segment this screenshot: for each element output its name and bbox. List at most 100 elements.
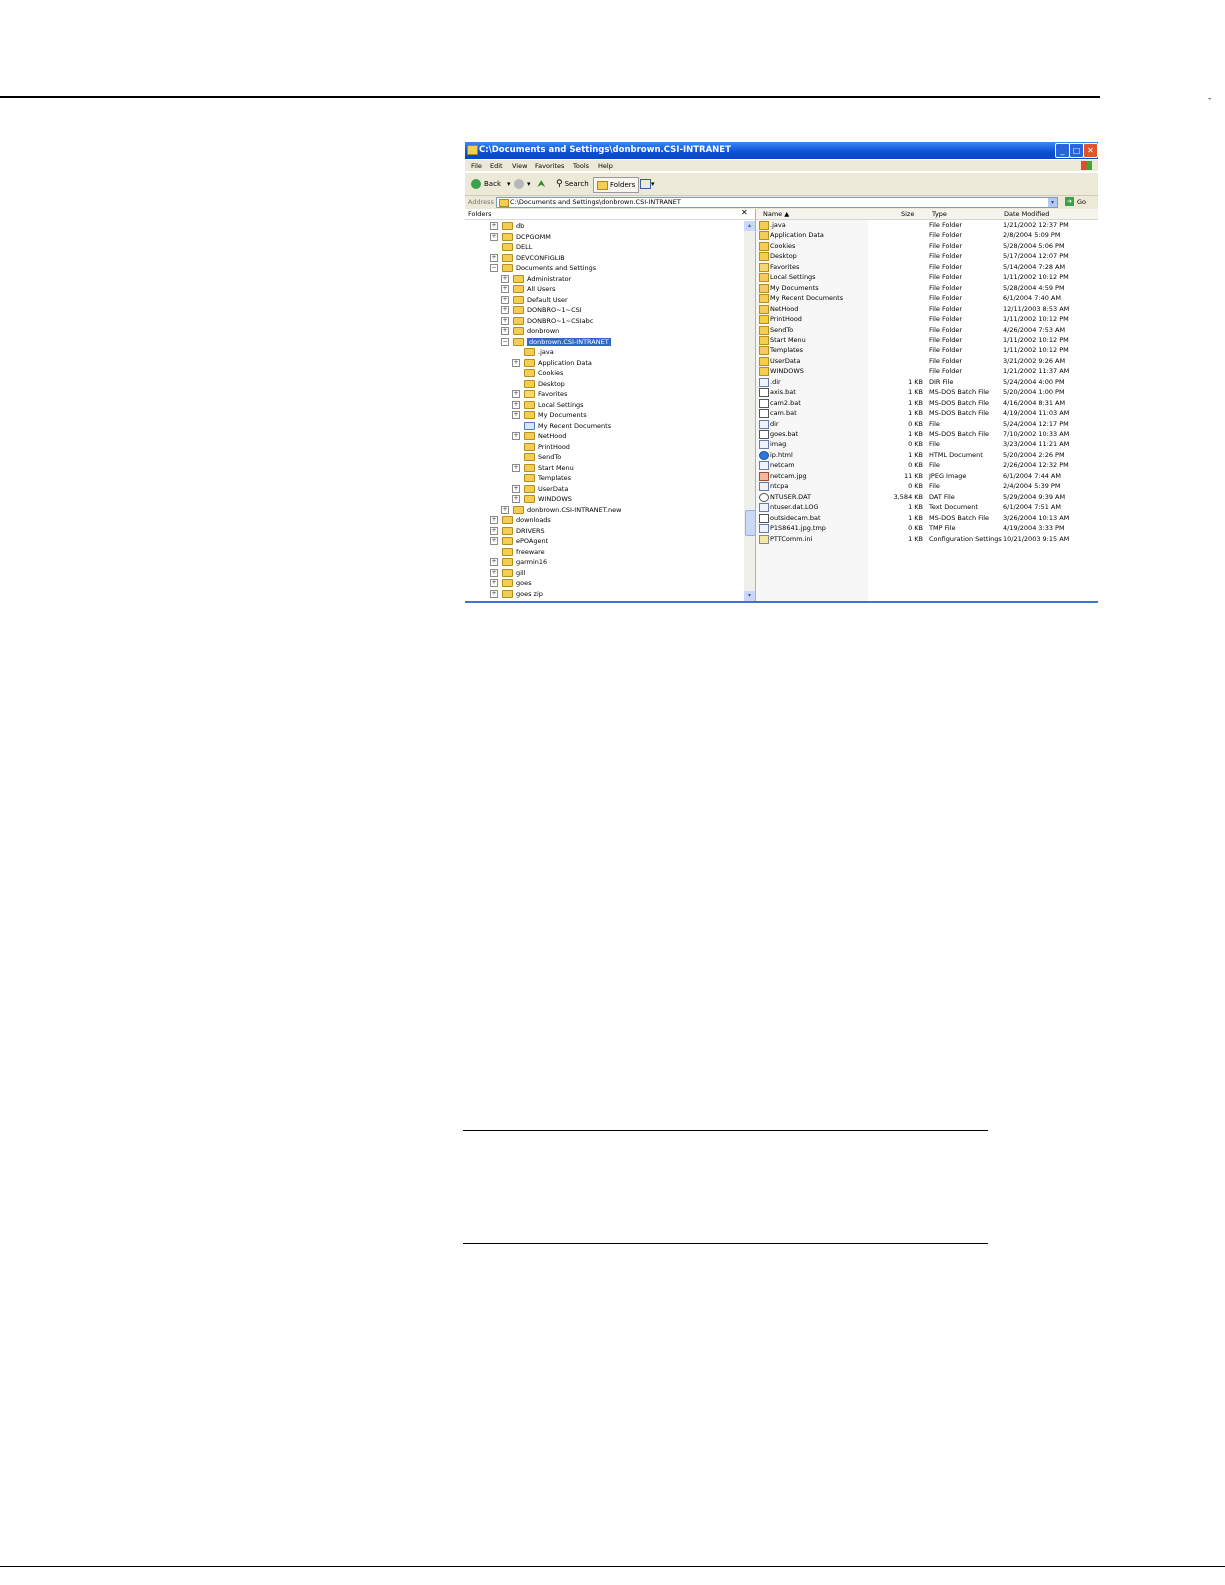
forward-button[interactable]: ▾ <box>514 177 531 191</box>
go-button[interactable]: ➜ Go <box>1065 197 1086 206</box>
folder-tree-item[interactable]: My Recent Documents <box>512 421 611 431</box>
expand-icon[interactable]: + <box>501 274 509 283</box>
folder-tree-item[interactable]: + All Users <box>501 284 555 294</box>
folder-tree-item[interactable]: + Default User <box>501 295 568 305</box>
folder-tree-item[interactable]: PrintHood <box>512 442 570 452</box>
file-row[interactable]: P1S8641.jpg.tmp 0 KB TMP File 4/19/2004 3:3… <box>756 523 1098 534</box>
file-row[interactable]: Desktop File Folder 5/17/2004 12:07 PM <box>756 251 1098 262</box>
scroll-thumb[interactable] <box>745 510 756 536</box>
file-row[interactable]: Templates File Folder 1/11/2002 10:12 PM <box>756 345 1098 356</box>
expand-icon[interactable]: + <box>490 222 498 230</box>
folder-tree-item[interactable]: DELL <box>490 242 532 252</box>
file-row[interactable]: dir 0 KB File 5/24/2004 12:17 PM <box>756 419 1098 429</box>
address-dropdown-icon[interactable]: ▾ <box>1048 198 1057 207</box>
file-row[interactable]: netcam.jpg 11 KB JPEG Image 6/1/2004 7:44 A… <box>756 471 1098 481</box>
folder-tree-item[interactable]: freeware <box>490 547 545 557</box>
file-row[interactable]: cam2.bat 1 KB MS-DOS Batch File 4/16/2004 8… <box>756 398 1098 408</box>
folder-tree-item[interactable]: + gill <box>490 568 526 578</box>
folders-pane-close-icon[interactable]: ✕ <box>741 208 748 217</box>
folder-tree-item[interactable]: + NetHood <box>512 431 566 441</box>
expand-icon[interactable]: + <box>490 579 498 587</box>
close-button[interactable]: ✕ <box>1083 143 1098 158</box>
file-row[interactable]: SendTo File Folder 4/26/2004 7:53 AM <box>756 325 1098 335</box>
file-row[interactable]: netcam 0 KB File 2/26/2004 12:32 PM <box>756 460 1098 471</box>
expand-icon[interactable]: + <box>512 484 520 493</box>
expand-icon[interactable]: + <box>490 253 498 262</box>
expand-icon[interactable]: + <box>490 568 498 577</box>
menu-edit[interactable]: Edit <box>490 162 503 170</box>
folder-tree-item[interactable]: + garmin16 <box>490 557 547 567</box>
title-bar[interactable]: C:\Documents and Settings\donbrown.CSI-I… <box>465 142 1098 159</box>
expand-icon[interactable]: + <box>512 358 520 367</box>
expand-icon[interactable]: + <box>512 411 520 419</box>
file-row[interactable]: Local Settings File Folder 1/11/2002 10:12… <box>756 272 1098 283</box>
file-row[interactable]: PTTComm.ini 1 KB Configuration Settings 10/… <box>756 534 1098 544</box>
file-row[interactable]: axis.bat 1 KB MS-DOS Batch File 5/20/2004 1… <box>756 387 1098 398</box>
menu-file[interactable]: File <box>471 162 482 170</box>
expand-icon[interactable]: + <box>490 589 498 598</box>
folder-tree-item[interactable]: + goes <box>490 578 532 588</box>
folder-tree-item[interactable]: + DONBRO~1~CSI <box>501 305 582 315</box>
file-row[interactable]: goes.bat 1 KB MS-DOS Batch File 7/10/2002 1… <box>756 429 1098 439</box>
folder-tree-item[interactable]: + WINDOWS <box>512 494 572 504</box>
folder-tree-item[interactable]: + DCPGOMM <box>490 232 551 242</box>
menu-view[interactable]: View <box>512 162 527 170</box>
folder-tree-item[interactable]: + Start Menu <box>512 463 574 473</box>
search-button[interactable]: ⚲ Search <box>556 177 589 191</box>
folder-tree-item[interactable]: − Documents and Settings <box>490 263 596 273</box>
file-row[interactable]: NetHood File Folder 12/11/2003 8:53 AM <box>756 304 1098 314</box>
folder-tree-item[interactable]: + goes zip <box>490 589 543 599</box>
expand-icon[interactable]: + <box>490 232 498 241</box>
folder-tree-item[interactable]: − donbrown.CSI-INTRANET <box>501 337 611 347</box>
column-size[interactable]: Size <box>901 210 914 218</box>
scroll-up-icon[interactable]: ▴ <box>744 221 755 231</box>
expand-icon[interactable]: + <box>501 306 509 314</box>
back-button[interactable]: Back ▾ <box>471 177 511 191</box>
file-row[interactable]: NTUSER.DAT 3,584 KB DAT File 5/29/2004 9:39… <box>756 492 1098 502</box>
folder-tree-item[interactable]: .java <box>512 347 554 357</box>
file-row[interactable]: Start Menu File Folder 1/11/2002 10:12 PM <box>756 335 1098 345</box>
file-row[interactable]: Favorites File Folder 5/14/2004 7:28 AM <box>756 262 1098 272</box>
folders-button[interactable]: Folders <box>593 177 640 193</box>
folder-tree-item[interactable]: + Administrator <box>501 274 571 284</box>
folder-tree-item[interactable]: Cookies <box>512 368 563 378</box>
folder-tree-item[interactable]: + DONBRO~1~CSIabc <box>501 316 593 326</box>
file-row[interactable]: .java File Folder 1/21/2002 12:37 PM <box>756 220 1098 230</box>
folder-tree-item[interactable]: + UserData <box>512 484 568 494</box>
file-row[interactable]: ntuser.dat.LOG 1 KB Text Document 6/1/2004 … <box>756 502 1098 513</box>
folder-tree-item[interactable]: Templates <box>512 473 571 483</box>
expand-icon[interactable]: + <box>512 495 520 503</box>
column-date-modified[interactable]: Date Modified <box>1004 210 1049 218</box>
file-row[interactable]: imag 0 KB File 3/23/2004 11:21 AM <box>756 439 1098 450</box>
column-type[interactable]: Type <box>932 210 947 218</box>
folder-tree-item[interactable]: + Local Settings <box>512 400 584 410</box>
expand-icon[interactable]: + <box>501 505 509 514</box>
folder-tree-item[interactable]: + donbrown <box>501 326 559 336</box>
folder-tree-scrollbar[interactable]: ▴ ▾ <box>744 221 756 601</box>
collapse-icon[interactable]: − <box>490 264 498 272</box>
forward-dropdown-icon[interactable]: ▾ <box>527 180 531 188</box>
expand-icon[interactable]: + <box>512 400 520 409</box>
up-button[interactable]: ⮝ <box>537 177 546 191</box>
file-row[interactable]: Cookies File Folder 5/28/2004 5:06 PM <box>756 241 1098 251</box>
folder-tree-item[interactable]: + DRIVERS <box>490 526 545 536</box>
menu-tools[interactable]: Tools <box>573 162 589 170</box>
file-row[interactable]: .dir 1 KB DIR File 5/24/2004 4:00 PM <box>756 377 1098 387</box>
expand-icon[interactable]: + <box>512 390 520 398</box>
folder-tree-item[interactable]: + My Documents <box>512 410 587 420</box>
collapse-icon[interactable]: − <box>501 337 509 346</box>
expand-icon[interactable]: + <box>512 432 520 440</box>
expand-icon[interactable]: + <box>490 526 498 535</box>
menu-help[interactable]: Help <box>598 162 613 170</box>
expand-icon[interactable]: + <box>490 537 498 545</box>
expand-icon[interactable]: + <box>501 327 509 335</box>
folder-tree-item[interactable]: SendTo <box>512 452 561 462</box>
views-button[interactable]: ▾ <box>640 177 655 191</box>
file-row[interactable]: WINDOWS File Folder 1/21/2002 11:37 AM <box>756 366 1098 377</box>
folder-tree-item[interactable]: + Favorites <box>512 389 567 399</box>
folder-tree-item[interactable]: + db <box>490 221 524 231</box>
file-row[interactable]: cam.bat 1 KB MS-DOS Batch File 4/19/2004 11… <box>756 408 1098 419</box>
file-row[interactable]: ip.html 1 KB HTML Document 5/20/2004 2:26 P… <box>756 450 1098 460</box>
address-input[interactable]: C:\Documents and Settings\donbrown.CSI-I… <box>496 197 1058 208</box>
expand-icon[interactable]: + <box>490 558 498 566</box>
